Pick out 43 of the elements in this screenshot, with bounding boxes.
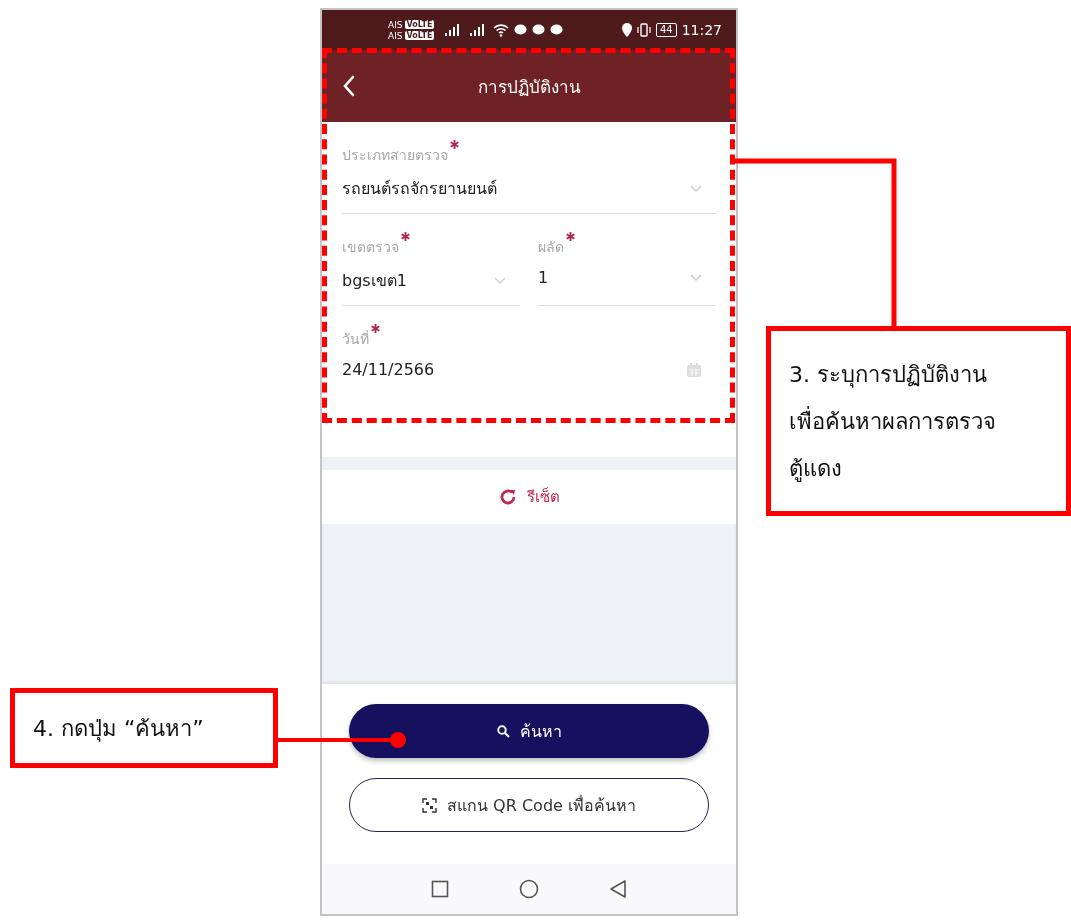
- field-label: ผลัด: [538, 238, 564, 257]
- qr-scan-icon: [422, 797, 438, 813]
- chat-bubble-icon: [514, 24, 528, 36]
- field-value: bgsเขต1: [342, 270, 407, 292]
- chevron-down-icon: [494, 276, 506, 285]
- date-field[interactable]: วันที่ 24/11/2566: [342, 320, 716, 391]
- wifi-icon: [493, 23, 510, 37]
- select-field[interactable]: ผลัด 1: [538, 228, 716, 306]
- back-icon[interactable]: [342, 75, 356, 97]
- callout-text: เพื่อค้นหาผลการตรวจ: [789, 405, 996, 436]
- select-field[interactable]: ประเภทสายตรวจ รถยนต์รถจักรยานยนต์: [342, 136, 716, 214]
- home-icon[interactable]: [519, 879, 539, 899]
- callout-text: 3. ระบุการปฏิบัติงาน: [789, 360, 987, 390]
- field-value: รถยนต์รถจักรยานยนต์: [342, 178, 497, 200]
- status-time: 11:27: [681, 22, 722, 38]
- battery-indicator: 44: [655, 23, 677, 37]
- refresh-icon: [498, 488, 517, 506]
- chat-bubble-icon: [550, 24, 564, 36]
- search-icon: [496, 724, 510, 738]
- calendar-icon: [686, 361, 702, 378]
- field-value: 24/11/2566: [342, 360, 435, 379]
- callout-text: 4. กดปุ่ม “ค้นหา”: [33, 714, 204, 744]
- back-triangle-icon[interactable]: [609, 879, 627, 899]
- carrier-label: AIS: [388, 30, 403, 41]
- vibrate-icon: [636, 23, 651, 37]
- scan-qr-button[interactable]: สแกน QR Code เพื่อค้นหา: [349, 778, 709, 832]
- field-label: ประเภทสายตรวจ: [342, 146, 448, 165]
- recent-apps-icon[interactable]: [431, 880, 449, 898]
- field-label: เขตตรวจ: [342, 238, 399, 257]
- search-button[interactable]: ค้นหา: [349, 704, 709, 758]
- chevron-down-icon: [690, 273, 702, 282]
- location-pin-icon: [621, 23, 632, 37]
- carrier-label: AIS: [388, 19, 403, 30]
- callout-text: ตู้แดง: [789, 454, 842, 484]
- reset-button[interactable]: รีเซ็ต: [490, 481, 568, 513]
- network-badge: VoLTE: [404, 31, 435, 40]
- screen-title: การปฏิบัติงาน: [476, 75, 582, 99]
- field-label: วันที่: [342, 329, 369, 349]
- chat-bubble-icon: [532, 24, 546, 36]
- network-badge: VoLTE: [404, 20, 435, 29]
- chevron-down-icon: [690, 184, 702, 193]
- select-field[interactable]: เขตตรวจ bgsเขต1: [342, 228, 520, 306]
- field-value: 1: [538, 268, 549, 287]
